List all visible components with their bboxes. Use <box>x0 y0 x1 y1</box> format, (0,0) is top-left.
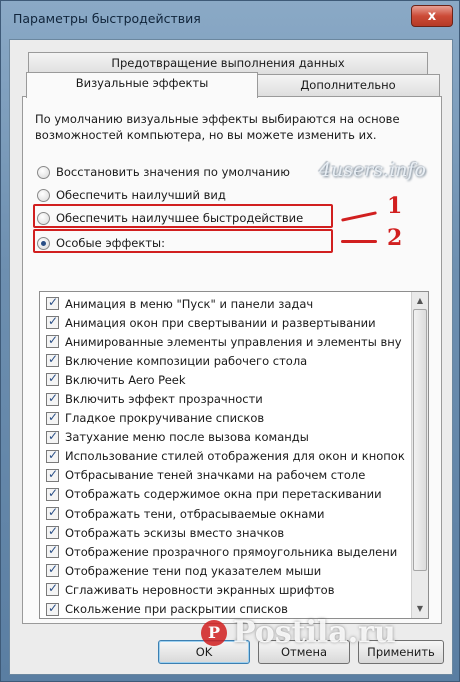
effect-label: Анимированные элементы управления и элем… <box>65 334 402 349</box>
callout-line-2 <box>341 240 377 243</box>
postila-logo-text: Postila.ru <box>233 615 396 650</box>
checkbox-checked-icon[interactable] <box>46 410 59 425</box>
radio-restore-defaults[interactable]: Восстановить значения по умолчанию <box>37 163 290 181</box>
radio-icon <box>37 188 50 202</box>
scroll-down-icon[interactable]: ▼ <box>413 602 427 616</box>
checkbox-checked-icon[interactable] <box>46 371 59 387</box>
effect-checkbox-item[interactable]: Затухание меню после вызова команды <box>40 428 412 447</box>
effect-label: Анимация окон при свертывании и разверты… <box>65 315 376 330</box>
checkbox-checked-icon[interactable] <box>46 467 59 482</box>
checkbox-checked-icon[interactable] <box>46 429 59 444</box>
effect-label: Включение композиции рабочего стола <box>65 353 308 368</box>
effect-checkbox-item[interactable]: Анимированные элементы управления и элем… <box>40 332 412 351</box>
postila-pin-icon: P <box>201 619 227 646</box>
effect-label: Отображение тени под указателем мыши <box>65 563 322 578</box>
effect-checkbox-item[interactable]: Отображение тени под указателем мыши <box>40 561 412 580</box>
checkbox-checked-icon[interactable] <box>46 505 59 521</box>
effect-checkbox-item[interactable]: Отображать содержимое окна при перетаски… <box>40 485 412 504</box>
effects-scrollbar[interactable]: ▲ ▼ <box>411 292 428 618</box>
effect-label: Включить эффект прозрачности <box>65 392 263 407</box>
effect-label: Отображать содержимое окна при перетаски… <box>65 487 382 502</box>
effect-checkbox-item[interactable]: Отображение прозрачного прямоугольника в… <box>40 542 412 561</box>
highlight-box-1 <box>33 204 333 228</box>
effect-label: Скольжение при раскрытии списков <box>65 602 288 617</box>
radio-best-appearance[interactable]: Обеспечить наилучший вид <box>37 186 226 204</box>
effect-checkbox-item[interactable]: Анимация окон при свертывании и разверты… <box>40 313 412 332</box>
close-icon: x <box>427 8 437 24</box>
effect-checkbox-item[interactable]: Анимация в меню "Пуск" и панели задач <box>40 294 412 313</box>
effect-checkbox-item[interactable]: Использование стилей отображения для око… <box>40 447 412 466</box>
effect-checkbox-item[interactable]: Включить эффект прозрачности <box>40 389 412 408</box>
effect-checkbox-item[interactable]: Гладкое прокручивание списков <box>40 409 412 428</box>
effect-label: Отображать тени, отбрасываемые окнами <box>65 506 325 521</box>
checkbox-checked-icon[interactable] <box>46 314 59 330</box>
visual-effects-panel: По умолчанию визуальные эффекты выбирают… <box>22 96 442 624</box>
watermark-4users: 4users.info <box>319 159 426 181</box>
tab-visual-effects[interactable]: Визуальные эффекты <box>26 72 258 98</box>
tab-data-execution-prevention[interactable]: Предотвращение выполнения данных <box>28 52 428 74</box>
checkbox-checked-icon[interactable] <box>46 562 59 578</box>
effect-label: Анимация в меню "Пуск" и панели задач <box>65 296 314 311</box>
callout-line-1 <box>341 211 377 222</box>
effect-checkbox-item[interactable]: Включение композиции рабочего стола <box>40 351 412 370</box>
checkbox-checked-icon[interactable] <box>46 448 59 463</box>
effect-label: Отбрасывание теней значками на рабочем с… <box>65 468 366 483</box>
effect-checkbox-item[interactable]: Отображать эскизы вместо значков <box>40 523 412 542</box>
checkbox-checked-icon[interactable] <box>46 333 59 349</box>
scroll-thumb[interactable] <box>413 309 427 571</box>
effect-checkbox-item[interactable]: Сглаживать неровности экранных шрифтов <box>40 580 412 599</box>
radio-label: Восстановить значения по умолчанию <box>56 165 290 179</box>
description-text: По умолчанию визуальные эффекты выбирают… <box>35 112 400 142</box>
effect-label: Включить Aero Peek <box>65 372 186 387</box>
effects-list-items: Анимация в меню "Пуск" и панели задач Ани… <box>40 294 412 618</box>
checkbox-checked-icon[interactable] <box>46 295 59 311</box>
scroll-up-icon[interactable]: ▲ <box>413 294 427 308</box>
checkbox-checked-icon[interactable] <box>46 391 59 406</box>
effects-list[interactable]: Анимация в меню "Пуск" и панели задач Ани… <box>39 291 429 619</box>
window-title: Параметры быстродействия <box>13 11 201 26</box>
checkbox-checked-icon[interactable] <box>46 581 59 597</box>
checkbox-checked-icon[interactable] <box>46 601 59 616</box>
checkbox-checked-icon[interactable] <box>46 486 59 501</box>
effect-label: Отображение прозрачного прямоугольника в… <box>65 544 398 559</box>
highlight-box-2 <box>33 229 333 253</box>
radio-label: Обеспечить наилучший вид <box>56 188 226 202</box>
title-bar[interactable]: Параметры быстродействия x <box>1 1 460 39</box>
effect-checkbox-item[interactable]: Отображать тени, отбрасываемые окнами <box>40 504 412 523</box>
checkbox-checked-icon[interactable] <box>46 352 59 368</box>
effect-label: Сглаживать неровности экранных шрифтов <box>65 582 335 597</box>
radio-icon <box>37 165 50 179</box>
postila-logo: P Postila.ru <box>201 615 396 650</box>
window-frame: Параметры быстродействия x Предотвращени… <box>0 0 460 682</box>
effect-label: Гладкое прокручивание списков <box>65 411 265 426</box>
effect-label: Отображать эскизы вместо значков <box>65 525 285 540</box>
effect-label: Затухание меню после вызова команды <box>65 430 309 445</box>
dialog-client-area: Предотвращение выполнения данных Визуаль… <box>9 39 453 675</box>
callout-number-2: 2 <box>387 225 403 251</box>
effect-checkbox-item[interactable]: Отбрасывание теней значками на рабочем с… <box>40 466 412 485</box>
effect-label: Использование стилей отображения для око… <box>65 449 405 464</box>
effect-checkbox-item[interactable]: Включить Aero Peek <box>40 370 412 389</box>
checkbox-checked-icon[interactable] <box>46 543 59 559</box>
tab-advanced[interactable]: Дополнительно <box>256 74 440 96</box>
checkbox-checked-icon[interactable] <box>46 524 59 540</box>
callout-number-1: 1 <box>387 193 403 219</box>
close-button[interactable]: x <box>411 5 453 27</box>
